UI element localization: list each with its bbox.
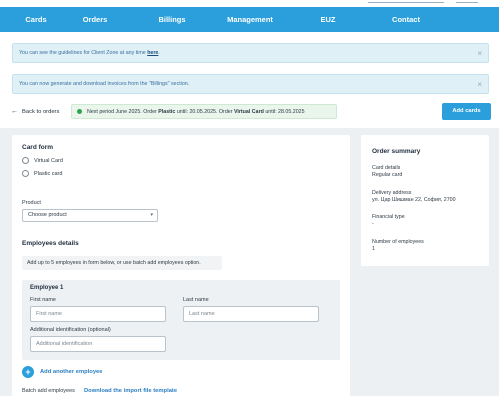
add-cards-button[interactable]: Add cards	[442, 103, 491, 120]
period-notice: Next period June 2025. Order Plastic unt…	[71, 104, 337, 119]
top-strip	[0, 0, 499, 7]
nav-item-contact[interactable]: Contact	[392, 7, 420, 32]
close-icon[interactable]: ×	[477, 75, 482, 94]
radio-label-virtual-card: Virtual Card	[34, 158, 63, 164]
employee-title: Employee 1	[30, 285, 64, 291]
last-name-input[interactable]	[183, 306, 319, 322]
arrow-left-icon: ←	[11, 108, 18, 115]
summary-employees-value: 1	[372, 246, 375, 252]
first-name-label: First name	[30, 297, 56, 303]
nav-item-management[interactable]: Management	[227, 7, 273, 32]
radio-plastic-card[interactable]	[22, 170, 29, 177]
top-strip-line	[456, 2, 478, 3]
summary-delivery-value: ул. Цар Шишман 22, София, 2700	[372, 197, 456, 203]
summary-delivery-label: Delivery address	[372, 190, 412, 196]
additional-id-label: Additional identification (optional)	[30, 327, 111, 333]
add-another-employee-link[interactable]: Add another employee	[40, 369, 103, 375]
nav-item-cards[interactable]: Cards	[25, 7, 46, 32]
summary-title: Order summary	[372, 148, 421, 155]
close-icon[interactable]: ×	[477, 44, 482, 63]
summary-card-details-label: Card details	[372, 165, 401, 171]
product-label: Product	[22, 200, 41, 206]
status-dot-icon	[77, 109, 82, 114]
back-to-orders-link[interactable]: ← Back to orders	[11, 107, 59, 117]
chevron-down-icon: ▾	[150, 212, 153, 218]
alert-invoices: You can now generate and download invoic…	[12, 74, 489, 94]
radio-label-plastic-card: Plastic card	[34, 171, 63, 177]
radio-virtual-card[interactable]	[22, 157, 29, 164]
last-name-label: Last name	[183, 297, 209, 303]
batch-add-label: Batch add employees	[22, 388, 75, 394]
guidelines-link[interactable]: here	[147, 50, 158, 56]
additional-id-input[interactable]	[30, 336, 166, 352]
main-nav: Cards Orders Billings Management EUZ Con…	[0, 7, 499, 32]
nav-item-orders[interactable]: Orders	[83, 7, 108, 32]
download-template-link[interactable]: Download the import file template	[84, 388, 177, 394]
summary-card-details-value: Regular card	[372, 172, 403, 178]
back-label: Back to orders	[22, 109, 60, 115]
first-name-input[interactable]	[30, 306, 166, 322]
top-strip-line	[368, 2, 444, 3]
summary-financial-label: Financial type	[372, 214, 405, 220]
product-selected-value: Choose product	[28, 212, 67, 218]
nav-item-euz[interactable]: EUZ	[321, 7, 336, 32]
period-text: Next period June 2025. Order Plastic unt…	[87, 109, 305, 115]
summary-financial-value: -	[372, 221, 374, 227]
card-form-title: Card form	[22, 144, 54, 151]
alert-text: You can see the guidelines for Client Zo…	[19, 50, 160, 56]
product-select[interactable]: Choose product ▾	[22, 209, 158, 222]
nav-item-billings[interactable]: Billings	[158, 7, 185, 32]
employees-title: Employees details	[22, 240, 79, 247]
employees-info: Add up to 5 employees in form below, or …	[22, 256, 222, 270]
alert-guidelines: You can see the guidelines for Client Zo…	[12, 43, 489, 63]
plus-icon[interactable]: +	[22, 366, 34, 378]
summary-employees-label: Number of employees	[372, 239, 424, 245]
alert-text: You can now generate and download invoic…	[19, 81, 190, 87]
